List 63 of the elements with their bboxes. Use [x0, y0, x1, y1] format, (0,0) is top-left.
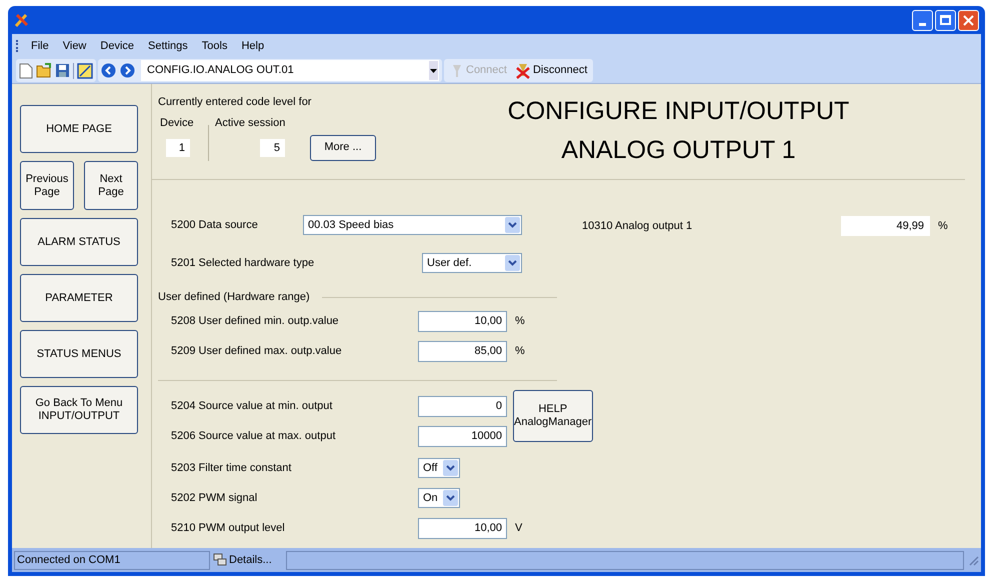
back-icon[interactable] — [101, 63, 116, 78]
field-label: 5210 PWM output level — [170, 520, 286, 536]
field-label: 5209 User defined max. outp.value — [170, 344, 343, 359]
forward-icon[interactable] — [120, 63, 135, 78]
dropdown[interactable]: 00.03 Speed bias — [303, 215, 522, 235]
group-title: User defined (Hardware range) — [158, 290, 311, 305]
device-label: Device — [160, 116, 195, 130]
computers-icon — [213, 553, 227, 567]
unit-label: % — [515, 344, 525, 359]
menu-item[interactable]: Settings — [142, 36, 194, 56]
nav-button[interactable]: Go Back To Menu INPUT/OUTPUT — [20, 386, 138, 434]
unit-label: % — [515, 314, 525, 329]
menu-item[interactable]: Tools — [196, 36, 234, 56]
field-label: 5201 Selected hardware type — [170, 256, 316, 271]
field-label: 5200 Data source — [170, 218, 259, 233]
open-folder-icon[interactable] — [36, 63, 52, 78]
resize-grip-icon[interactable] — [967, 554, 979, 566]
save-icon[interactable] — [55, 63, 70, 78]
input-field[interactable]: 10,00 — [418, 518, 507, 538]
help-button[interactable]: HELP AnalogManager — [513, 390, 593, 442]
readout-label: 10310 Analog output 1 — [582, 218, 694, 234]
new-document-icon[interactable] — [19, 62, 33, 78]
menu-item[interactable]: Device — [94, 36, 140, 56]
nav-button[interactable]: STATUS MENUS — [20, 330, 138, 378]
nav-button[interactable]: PARAMETER — [20, 274, 138, 322]
address-field[interactable]: CONFIG.IO.ANALOG OUT.01 — [141, 60, 439, 81]
details-button[interactable]: Details... — [213, 552, 283, 568]
menu-item[interactable]: File — [25, 36, 55, 56]
disconnect-button[interactable]: Disconnect — [512, 62, 590, 79]
dropdown[interactable]: User def. — [422, 253, 522, 273]
dropdown[interactable]: Off — [418, 458, 460, 478]
session-label: Active session — [215, 116, 286, 130]
device-level-value: 1 — [166, 139, 190, 157]
close-button[interactable] — [958, 10, 979, 30]
page-title: ANALOG OUTPUT 1 — [561, 135, 796, 166]
input-field[interactable]: 0 — [418, 396, 507, 416]
dropdown[interactable]: On — [418, 488, 460, 508]
nav-button[interactable]: Previous Page — [20, 161, 74, 210]
field-label: 5206 Source value at max. output — [170, 428, 336, 444]
field-label: 5203 Filter time constant — [170, 460, 292, 476]
field-label: 5208 User defined min. outp.value — [170, 314, 340, 329]
input-field[interactable]: 10000 — [418, 426, 507, 446]
input-field[interactable]: 10,00 — [418, 310, 507, 332]
field-label: 5202 PWM signal — [170, 490, 258, 506]
status-text: Connected on COM1 — [14, 550, 210, 570]
close-icon — [963, 14, 974, 26]
plug-cross-icon — [514, 62, 531, 78]
unit-label: V — [515, 520, 522, 536]
nav-button[interactable]: HOME PAGE — [20, 105, 138, 153]
code-level-heading: Currently entered code level for — [158, 95, 312, 110]
unit-label: % — [938, 218, 948, 234]
session-level-value: 5 — [260, 139, 285, 157]
menu-item[interactable]: Help — [235, 36, 270, 56]
input-field[interactable]: 85,00 — [418, 340, 507, 362]
menu-item[interactable]: View — [56, 36, 92, 56]
nav-button[interactable]: ALARM STATUS — [20, 218, 138, 266]
more-button[interactable]: More ... — [310, 134, 376, 160]
field-label: 5204 Source value at min. output — [170, 398, 334, 414]
page-title: CONFIGURE INPUT/OUTPUT — [508, 96, 850, 127]
maximize-button[interactable] — [935, 10, 956, 30]
nav-button[interactable]: Next Page — [84, 161, 138, 210]
minimize-button[interactable] — [912, 10, 933, 30]
readout-value: 49,99 — [841, 216, 930, 236]
